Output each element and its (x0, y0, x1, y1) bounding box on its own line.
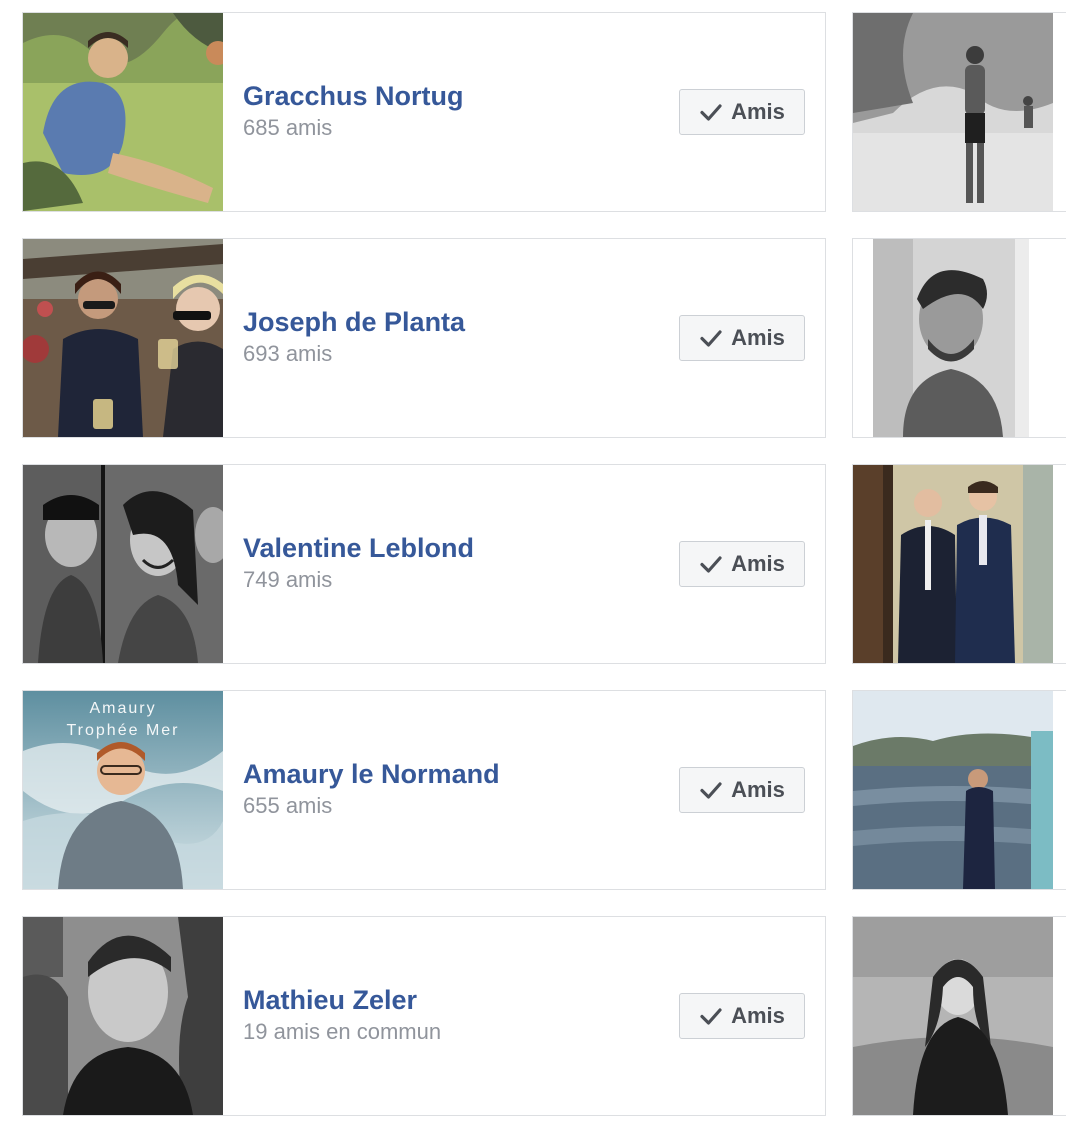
friends-button[interactable]: Amis (679, 767, 805, 813)
side-photo[interactable] (853, 691, 1053, 889)
selfie-bw-photo (23, 917, 223, 1115)
friend-info: Joseph de Planta 693 amis (243, 305, 465, 369)
profile-thumbnail[interactable]: Amaury Trophée Mer (23, 691, 223, 889)
friend-info: Valentine Leblond 749 amis (243, 531, 474, 595)
side-photo[interactable] (853, 465, 1053, 663)
friend-count: 685 amis (243, 115, 333, 140)
illustration-photo (23, 13, 223, 211)
friend-count: 749 amis (243, 567, 333, 592)
friend-row: Mathieu Zeler 19 amis en commun Amis (0, 916, 1066, 1116)
friend-count: 655 amis (243, 793, 333, 818)
mutual-friends-count: 19 amis en commun (243, 1019, 442, 1044)
side-photo-card (852, 238, 1066, 438)
friend-name-link[interactable]: Joseph de Planta (243, 305, 465, 339)
profile-thumbnail[interactable] (23, 239, 223, 437)
check-icon (699, 778, 723, 802)
friends-button[interactable]: Amis (679, 993, 805, 1039)
grass-bw-photo (853, 917, 1053, 1115)
check-icon (699, 552, 723, 576)
friends-button[interactable]: Amis (679, 89, 805, 135)
friend-row: Joseph de Planta 693 amis Amis (0, 238, 1066, 438)
friend-card: Valentine Leblond 749 amis Amis (22, 464, 826, 664)
friends-button-label: Amis (731, 551, 785, 576)
profile-thumbnail[interactable] (23, 13, 223, 211)
friends-button-label: Amis (731, 99, 785, 124)
photobooth-bw-photo (23, 465, 223, 663)
friend-row: Gracchus Nortug 685 amis Amis (0, 12, 1066, 212)
side-photo-card (852, 690, 1066, 890)
friend-row: Valentine Leblond 749 amis Amis (0, 464, 1066, 664)
friend-info: Amaury le Normand 655 amis (243, 757, 500, 821)
friend-card: Joseph de Planta 693 amis Amis (22, 238, 826, 438)
album-cover-photo: Amaury Trophée Mer (23, 691, 223, 889)
friend-card: Gracchus Nortug 685 amis Amis (22, 12, 826, 212)
friend-card: Amaury Trophée Mer Amaury le Normand 655… (22, 690, 826, 890)
check-icon (699, 100, 723, 124)
friend-name-link[interactable]: Valentine Leblond (243, 531, 474, 565)
friends-button[interactable]: Amis (679, 315, 805, 361)
check-icon (699, 1004, 723, 1028)
profile-thumbnail[interactable] (23, 465, 223, 663)
friend-count: 693 amis (243, 341, 333, 366)
side-photo[interactable] (873, 239, 1029, 437)
album-title-text: Amaury (89, 700, 156, 717)
side-photo[interactable] (853, 13, 1053, 211)
friend-name-link[interactable]: Gracchus Nortug (243, 79, 464, 113)
friends-button-label: Amis (731, 777, 785, 802)
suits-photo (853, 465, 1053, 663)
friend-info: Mathieu Zeler 19 amis en commun (243, 983, 441, 1047)
side-photo-card (852, 916, 1066, 1116)
side-photo-card (852, 12, 1066, 212)
album-subtitle-text: Trophée Mer (67, 722, 180, 739)
portrait-bw-photo (873, 239, 1029, 437)
friend-info: Gracchus Nortug 685 amis (243, 79, 464, 143)
profile-thumbnail[interactable] (23, 917, 223, 1115)
friends-button[interactable]: Amis (679, 541, 805, 587)
lake-photo (853, 691, 1053, 889)
beach-bw-photo (853, 13, 1053, 211)
friend-row: Amaury Trophée Mer Amaury le Normand 655… (0, 690, 1066, 890)
friend-name-link[interactable]: Mathieu Zeler (243, 983, 441, 1017)
friend-name-link[interactable]: Amaury le Normand (243, 757, 500, 791)
party-photo (23, 239, 223, 437)
friend-card: Mathieu Zeler 19 amis en commun Amis (22, 916, 826, 1116)
friends-button-label: Amis (731, 1003, 785, 1028)
side-photo[interactable] (853, 917, 1053, 1115)
friends-button-label: Amis (731, 325, 785, 350)
side-photo-card (852, 464, 1066, 664)
check-icon (699, 326, 723, 350)
